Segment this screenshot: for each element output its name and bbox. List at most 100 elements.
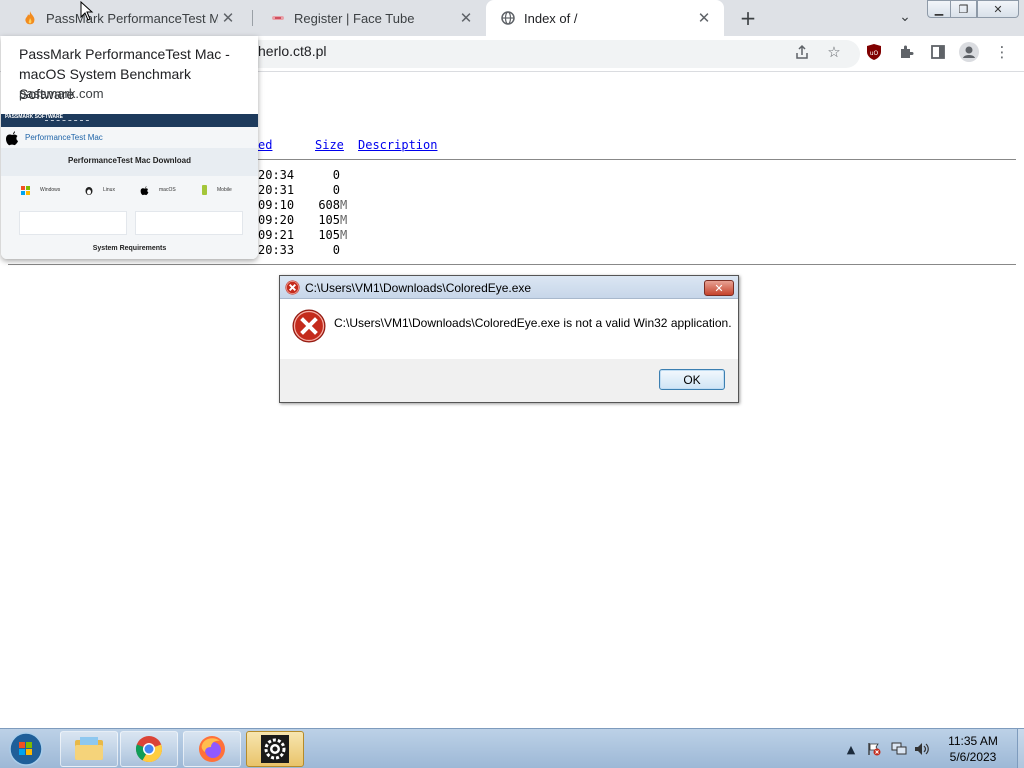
new-tab-button[interactable]: + [736, 6, 760, 30]
dialog-title: C:\Users\VM1\Downloads\ColoredEye.exe [305, 281, 532, 295]
tab-title: Index of / [524, 10, 578, 26]
error-icon [285, 280, 300, 295]
close-icon[interactable]: ✕ [456, 8, 476, 28]
tab-title: PassMark PerformanceTest Mac - [46, 10, 218, 26]
taskbar-clock[interactable]: 11:35 AM 5/6/2023 [934, 733, 1012, 765]
column-header-modified[interactable]: ed [258, 138, 272, 152]
url-text[interactable]: herlo.ct8.pl [258, 43, 326, 59]
platform-label: macOS [159, 187, 176, 193]
file-listing: 20:34 0 20:31 0 09:10 608 M 09:20 105 M 09:21 1… [258, 168, 347, 258]
passmark-flame-icon [22, 10, 38, 26]
hover-card-thumbnail: PASSMARK SOFTWARE ▬ ▬ ▬ ▬ ▬ ▬ ▬ ▬ Perfor… [1, 114, 258, 259]
taskbar-firefox[interactable] [183, 731, 241, 767]
thumbnail-nav-links: ▬ ▬ ▬ ▬ ▬ ▬ ▬ ▬ [45, 118, 90, 122]
mobile-icon [202, 185, 207, 195]
volume-icon[interactable] [914, 741, 930, 757]
share-icon[interactable] [792, 42, 812, 62]
row-size: 0 [332, 168, 340, 182]
show-hidden-icons-icon[interactable]: ▲ [843, 741, 859, 757]
menu-kebab-icon[interactable]: ⋮ [992, 42, 1012, 62]
platform-label: Mobile [217, 187, 232, 193]
row-unit: M [340, 198, 348, 212]
table-row: 20:31 0 [258, 183, 347, 198]
windows-start-icon[interactable] [4, 731, 44, 767]
linux-icon [85, 187, 93, 195]
tab-hover-card: PassMark PerformanceTest Mac - macOS Sys… [1, 36, 258, 259]
row-time: 09:10 [258, 198, 295, 212]
taskbar: ▲ 11:35 AM 5/6/2023 [0, 728, 1024, 768]
row-unit: M [340, 228, 348, 242]
clock-time: 11:35 AM [948, 734, 998, 748]
window-close-button[interactable]: ✕ [977, 0, 1019, 18]
apple-icon [6, 131, 18, 146]
row-size: 105 [318, 213, 340, 227]
gear-icon [261, 735, 289, 763]
mouse-cursor-icon [80, 1, 94, 21]
dialog-message: C:\Users\VM1\Downloads\ColoredEye.exe is… [334, 316, 732, 330]
row-time: 09:20 [258, 213, 295, 227]
thumbnail-requirements: System Requirements [92, 245, 167, 252]
column-header-description[interactable]: Description [358, 138, 437, 152]
bookmark-star-icon[interactable]: ☆ [824, 42, 844, 62]
dialog-titlebar[interactable]: C:\Users\VM1\Downloads\ColoredEye.exe ✕ [280, 276, 738, 299]
network-icon[interactable] [891, 741, 907, 757]
row-time: 20:31 [258, 183, 295, 197]
extensions-puzzle-icon[interactable] [896, 42, 916, 62]
tab-title: Register | Face Tube [294, 10, 415, 26]
browser-tabstrip: PassMark PerformanceTest Mac - ✕ Registe… [0, 0, 1024, 36]
window-minimize-button[interactable]: ▁ [927, 0, 951, 18]
divider [8, 264, 1016, 265]
tab-passmark[interactable]: PassMark PerformanceTest Mac - ✕ [8, 0, 248, 36]
row-unit: M [340, 213, 348, 227]
globe-icon [500, 10, 516, 26]
hover-card-domain: passmark.com [19, 86, 104, 101]
firefox-icon [199, 736, 225, 762]
tab-separator [252, 10, 253, 26]
profile-avatar-icon[interactable] [959, 42, 979, 62]
apple-icon [140, 185, 149, 195]
close-icon[interactable]: ✕ [218, 8, 238, 28]
thumbnail-card [19, 211, 127, 235]
table-row: 20:33 0 [258, 243, 347, 258]
tab-index[interactable]: Index of / ✕ [486, 0, 724, 36]
side-panel-icon[interactable] [928, 42, 948, 62]
thumbnail-platform: Mobile [202, 182, 232, 198]
chrome-icon [135, 736, 163, 763]
taskbar-explorer[interactable] [60, 731, 118, 767]
row-time: 20:33 [258, 243, 295, 257]
table-row: 09:21 105 M [258, 228, 347, 243]
thumbnail-platform: Windows [21, 182, 60, 198]
thumbnail-heading: PerformanceTest Mac Download [68, 156, 191, 165]
thumbnail-platform: Linux [85, 182, 115, 198]
desktop-screen: PassMark PerformanceTest Mac - ✕ Registe… [0, 0, 1024, 768]
table-row: 09:10 608 M [258, 198, 347, 213]
taskbar-chrome[interactable] [120, 731, 178, 767]
folder-icon [75, 737, 103, 760]
tab-facetube[interactable]: Register | Face Tube ✕ [256, 0, 486, 36]
thumbnail-platform: macOS [140, 182, 176, 198]
thumbnail-card [135, 211, 243, 235]
row-size: 0 [332, 243, 340, 257]
ublock-icon[interactable]: uO [864, 42, 884, 62]
column-header-size[interactable]: Size [315, 138, 344, 152]
table-row: 20:34 0 [258, 168, 347, 183]
error-icon [292, 309, 326, 343]
show-desktop-button[interactable] [1017, 729, 1024, 768]
row-size: 105 [318, 228, 340, 242]
action-center-flag-icon[interactable] [866, 741, 882, 757]
error-dialog: C:\Users\VM1\Downloads\ColoredEye.exe ✕ … [279, 275, 739, 403]
dialog-body: C:\Users\VM1\Downloads\ColoredEye.exe is… [280, 299, 738, 359]
row-size: 0 [332, 183, 340, 197]
svg-text:uO: uO [870, 50, 879, 57]
dialog-close-button[interactable]: ✕ [704, 280, 734, 296]
tab-search-chevron-icon[interactable]: ⌄ [893, 7, 917, 27]
window-restore-button[interactable]: ❐ [950, 0, 977, 18]
row-size: 608 [318, 198, 340, 212]
thumbnail-product: PerformanceTest Mac [25, 133, 103, 142]
close-icon[interactable]: ✕ [694, 8, 714, 28]
taskbar-coloredeye[interactable] [246, 731, 304, 767]
row-time: 09:21 [258, 228, 295, 242]
ok-button[interactable]: OK [659, 369, 725, 390]
platform-label: Linux [103, 187, 115, 193]
table-row: 09:20 105 M [258, 213, 347, 228]
